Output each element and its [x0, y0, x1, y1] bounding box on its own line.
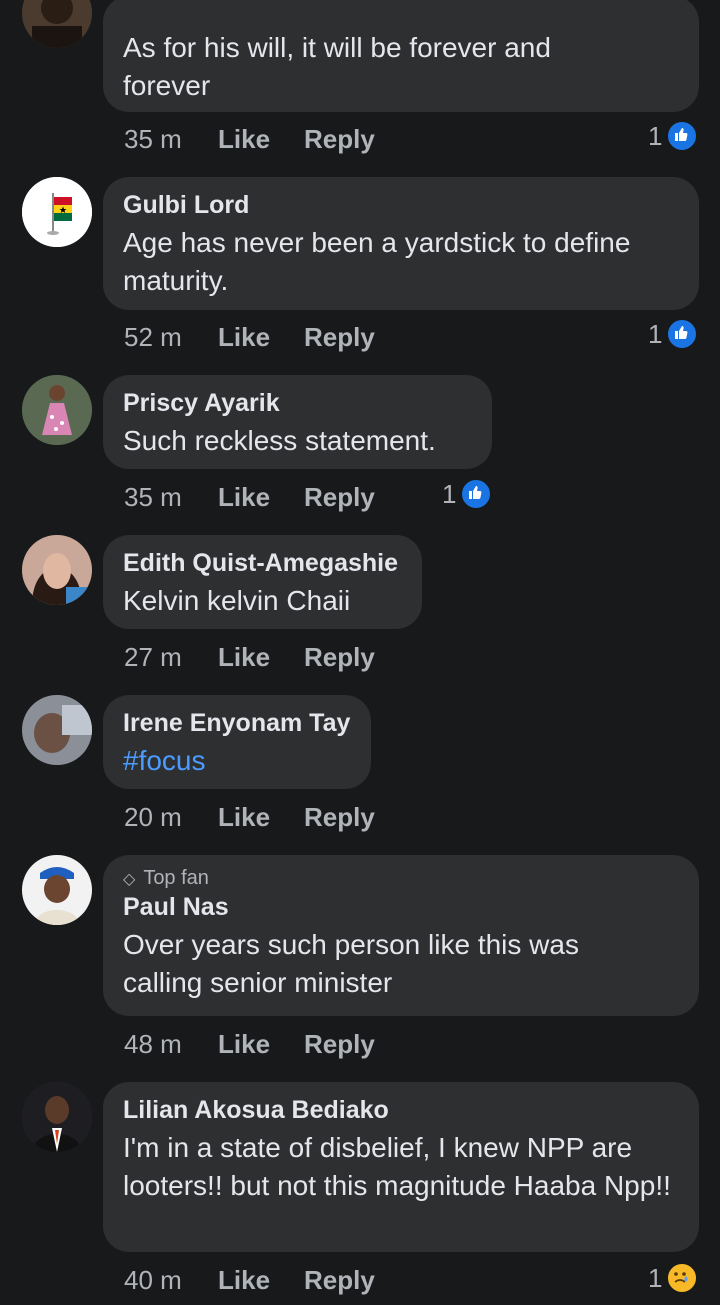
avatar[interactable] [22, 855, 92, 925]
like-button[interactable]: Like [218, 1265, 304, 1296]
comment-actions: 35 m Like Reply [124, 122, 375, 156]
comment-actions: 48 m Like Reply [124, 1027, 375, 1061]
reply-button[interactable]: Reply [304, 1029, 375, 1060]
reaction-count: 1 [648, 1262, 663, 1293]
comment-bubble: ◇ Top fan Paul Nas Over years such perso… [103, 855, 699, 1016]
comment-bubble: Irene Enyonam Tay #focus [103, 695, 371, 789]
like-icon [666, 318, 699, 350]
comment-actions: 27 m Like Reply [124, 640, 375, 674]
reply-button[interactable]: Reply [304, 124, 375, 155]
diamond-icon: ◇ [123, 870, 136, 888]
like-icon [460, 478, 493, 510]
like-icon [666, 120, 699, 152]
comment-text: I'm in a state of disbelief, I knew NPP … [123, 1132, 671, 1201]
like-button[interactable]: Like [218, 1029, 304, 1060]
comment-text: As for his will, it will be forever and … [123, 32, 551, 101]
like-button[interactable]: Like [218, 124, 304, 155]
avatar[interactable] [22, 535, 92, 605]
reaction-count: 1 [648, 318, 663, 349]
like-button[interactable]: Like [218, 322, 304, 353]
reaction-summary[interactable]: 1 [648, 1261, 699, 1295]
comment-bubble: Lilian Akosua Bediako I'm in a state of … [103, 1082, 699, 1252]
reply-button[interactable]: Reply [304, 482, 375, 513]
comment-author[interactable]: Gulbi Lord [123, 190, 679, 220]
comment-time[interactable]: 52 m [124, 322, 218, 353]
reply-button[interactable]: Reply [304, 802, 375, 833]
top-fan-badge: ◇ Top fan [123, 867, 679, 890]
hashtag-link[interactable]: #focus [123, 742, 351, 780]
comment-author[interactable]: Irene Enyonam Tay [123, 708, 351, 738]
comment-time[interactable]: 35 m [124, 482, 218, 513]
comment-bubble: Priscy Ayarik Such reckless statement. [103, 375, 492, 469]
comment-author[interactable]: Paul Nas [123, 892, 679, 922]
like-button[interactable]: Like [218, 642, 304, 673]
comment-author[interactable]: Lilian Akosua Bediako [123, 1095, 679, 1125]
reply-button[interactable]: Reply [304, 1265, 375, 1296]
reaction-summary[interactable]: 1 [648, 317, 699, 351]
comment-actions: 40 m Like Reply [124, 1263, 375, 1297]
avatar[interactable] [22, 695, 92, 765]
comment-author[interactable]: Edith Quist-Amegashie [123, 548, 402, 578]
comment-time[interactable]: 48 m [124, 1029, 218, 1060]
reply-button[interactable]: Reply [304, 322, 375, 353]
badge-label: Top fan [143, 867, 209, 889]
comment-actions: 52 m Like Reply [124, 320, 375, 354]
like-button[interactable]: Like [218, 482, 304, 513]
reaction-summary[interactable]: 1 [442, 477, 493, 511]
avatar[interactable] [22, 177, 92, 247]
comment-text: Over years such person like this was cal… [123, 929, 579, 998]
reply-button[interactable]: Reply [304, 642, 375, 673]
reaction-count: 1 [442, 478, 457, 509]
like-button[interactable]: Like [218, 802, 304, 833]
comment-time[interactable]: 20 m [124, 802, 218, 833]
comment-bubble: Gulbi Lord Age has never been a yardstic… [103, 177, 699, 310]
reaction-summary[interactable]: 1 [648, 119, 699, 153]
comment-text: Age has never been a yardstick to define… [123, 227, 631, 296]
reaction-count: 1 [648, 120, 663, 151]
comment-actions: 35 m Like Reply [124, 480, 375, 514]
comment-bubble: Edith Quist-Amegashie Kelvin kelvin Chai… [103, 535, 422, 629]
avatar[interactable] [22, 0, 92, 48]
comment-bubble: As for his will, it will be forever and … [103, 0, 699, 112]
comment-author[interactable]: Priscy Ayarik [123, 388, 472, 418]
comment-time[interactable]: 27 m [124, 642, 218, 673]
sad-icon [666, 1262, 699, 1294]
comment-time[interactable]: 35 m [124, 124, 218, 155]
comment-text: Kelvin kelvin Chaii [123, 585, 351, 616]
comment-time[interactable]: 40 m [124, 1265, 218, 1296]
avatar[interactable] [22, 1082, 92, 1152]
comment-actions: 20 m Like Reply [124, 800, 375, 834]
comment-text: Such reckless statement. [123, 425, 436, 456]
avatar[interactable] [22, 375, 92, 445]
